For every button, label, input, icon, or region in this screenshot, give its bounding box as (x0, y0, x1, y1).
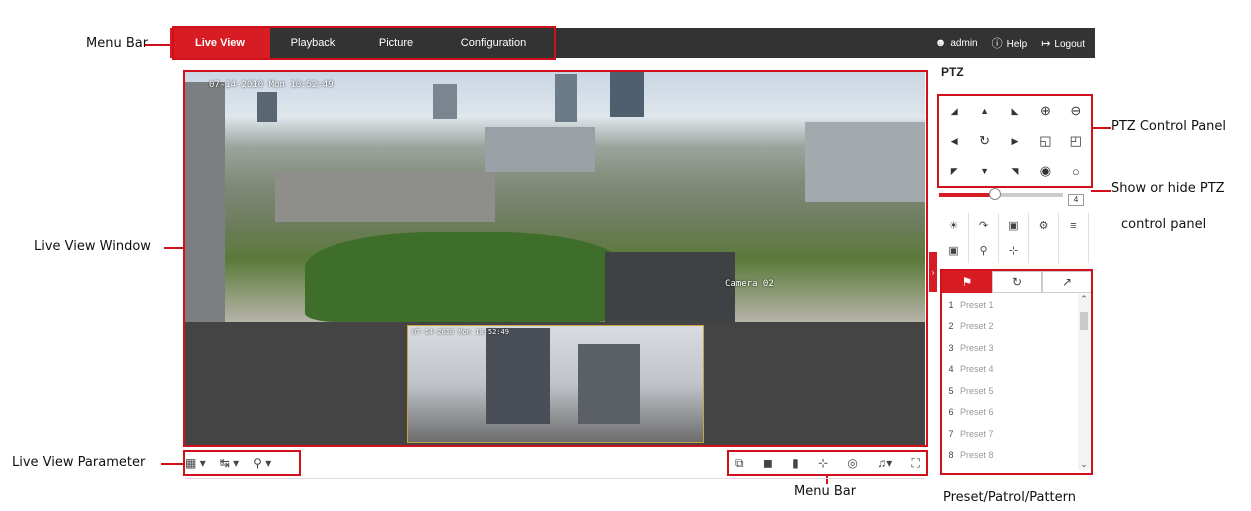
highlight-toolbar (727, 450, 928, 476)
ptz-function-grid: ☀ ↷ ▣ ⚙ ≡ ▣ ⚲ ⊹ (939, 213, 1089, 263)
highlight-preset-panel (940, 269, 1093, 475)
ptz-speed-value: 4 (1068, 194, 1084, 206)
area-focus-icon[interactable]: ⊹ (999, 238, 1029, 263)
callout-line (161, 463, 185, 465)
empty-cell (1029, 238, 1059, 263)
user-menu: ☻ admin ⓘ Help ↦ Logout (935, 28, 1085, 58)
screenshot-frame: Menu Bar Live View Window Live View Para… (0, 0, 1251, 511)
logout-link[interactable]: ↦ Logout (1041, 37, 1085, 50)
highlight-parameter-bar (183, 450, 301, 476)
callout-live-view-parameter: Live View Parameter (12, 455, 146, 470)
help-icon: ⓘ (991, 38, 1003, 50)
callout-live-view-window: Live View Window (34, 239, 151, 254)
callout-show-hide-2: control panel (1121, 217, 1207, 232)
menu-icon[interactable]: ≡ (1059, 213, 1089, 238)
help-link[interactable]: ⓘ Help (992, 35, 1028, 51)
divider (185, 478, 925, 479)
help-label: Help (1006, 39, 1028, 50)
light-icon[interactable]: ☀ (939, 213, 969, 238)
logout-icon: ↦ (1041, 37, 1051, 50)
highlight-live-view (183, 70, 928, 447)
3d-zoom-icon[interactable]: ⚲ (969, 238, 999, 263)
slider-knob[interactable] (988, 188, 1001, 200)
callout-line (1093, 127, 1111, 129)
chevron-right-icon: › (931, 267, 935, 277)
callout-show-hide-1: Show or hide PTZ (1111, 181, 1225, 196)
toggle-ptz-panel-handle[interactable]: › (929, 252, 937, 292)
lens-init-icon[interactable]: ⚙ (1029, 213, 1059, 238)
user-icon: ☻ (934, 37, 947, 49)
callout-line (1091, 190, 1111, 192)
user-link[interactable]: ☻ admin (935, 37, 978, 49)
callout-line (145, 44, 171, 46)
callout-menu-bar-bottom: Menu Bar (794, 484, 857, 499)
empty-cell (1059, 238, 1089, 263)
callout-menu-bar-top: Menu Bar (86, 36, 149, 51)
wiper-icon[interactable]: ↷ (969, 213, 999, 238)
manual-tracking-icon[interactable]: ▣ (939, 238, 969, 263)
logout-label: Logout (1054, 38, 1085, 50)
ptz-title: PTZ (941, 65, 964, 79)
aux-focus-icon[interactable]: ▣ (999, 213, 1029, 238)
slider-fill (939, 193, 995, 197)
callout-ptz-control-panel: PTZ Control Panel (1111, 119, 1227, 134)
ptz-speed-slider[interactable] (939, 188, 1063, 200)
callout-preset-patrol-pattern: Preset/Patrol/Pattern (943, 490, 1077, 505)
highlight-ptz-panel (937, 94, 1093, 188)
user-name: admin (950, 38, 978, 49)
highlight-menu-bar (172, 26, 556, 60)
